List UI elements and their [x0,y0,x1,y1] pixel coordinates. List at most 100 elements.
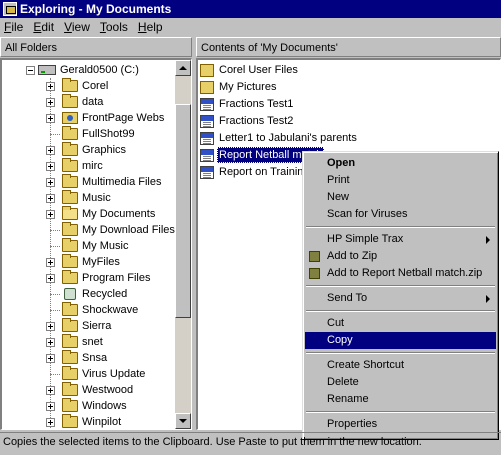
expand-plus-icon[interactable] [46,386,55,395]
properties-menu-item[interactable]: Properties [305,416,496,433]
print-menu-item[interactable]: Print [305,172,496,189]
folder-icon [62,222,78,236]
tree-item-snet[interactable]: snet [46,334,176,350]
menu-edit[interactable]: Edit [33,20,54,34]
tree-item-music[interactable]: Music [46,190,176,206]
tree-item-label: snet [82,336,103,348]
tree-connector-line [50,374,60,375]
tree-item-corel[interactable]: Corel [46,78,176,94]
status-bar: Copies the selected items to the Clipboa… [0,432,501,455]
create-shortcut-menu-item[interactable]: Create Shortcut [305,357,496,374]
list-item-label: Letter1 to Jabulani's parents [219,132,357,144]
add-to-zip-menu-item[interactable]: Add to Zip [305,248,496,265]
expand-plus-icon[interactable] [46,82,55,91]
scroll-up-arrow-icon[interactable] [175,60,191,76]
delete-menu-item[interactable]: Delete [305,374,496,391]
list-item[interactable]: Fractions Test1 [198,96,488,112]
tree-item-label: Graphics [82,144,127,156]
window-titlebar[interactable]: Exploring - My Documents [0,0,501,18]
list-item[interactable]: Corel User Files [198,62,488,78]
expand-plus-icon[interactable] [46,162,55,171]
menu-item-label: Print [327,174,350,186]
expand-plus-icon[interactable] [46,322,55,331]
folder-icon [62,302,78,316]
expand-plus-icon[interactable] [46,98,55,107]
tree-item-graphics[interactable]: Graphics [46,142,176,158]
explorer-app-icon[interactable] [3,2,17,16]
folder-tree: Gerald0500 (C:) Corel data FrontPage Webs Fu… [2,60,176,429]
tree-item-sierra[interactable]: Sierra [46,318,176,334]
tree-item-fullshot99[interactable]: FullShot99 [46,126,176,142]
tree-item-frontpage-webs[interactable]: FrontPage Webs [46,110,176,126]
expand-plus-icon[interactable] [46,354,55,363]
tree-item-label: FullShot99 [82,128,135,140]
menu-item-label: Delete [327,376,359,388]
tree-item-multimedia-files[interactable]: Multimedia Files [46,174,176,190]
rename-menu-item[interactable]: Rename [305,391,496,408]
menu-view[interactable]: View [64,20,90,34]
menu-file[interactable]: File [4,20,23,34]
tree-item-label: MyFiles [82,256,120,268]
tree-item-my-download-files[interactable]: My Download Files [46,222,176,238]
tree-item-my-music[interactable]: My Music [46,238,176,254]
tree-item-mirc[interactable]: mirc [46,158,176,174]
folder-icon [62,318,78,332]
menu-separator [306,285,495,287]
tree-item-recycled[interactable]: Recycled [46,286,176,302]
tree-item-shockwave[interactable]: Shockwave [46,302,176,318]
menu-tools[interactable]: Tools [100,20,128,34]
folder-icon [62,126,78,140]
tree-item-virus-update[interactable]: Virus Update [46,366,176,382]
scrollbar-thumb[interactable] [175,104,191,318]
folder-tree-pane[interactable]: Gerald0500 (C:) Corel data FrontPage Webs Fu… [0,58,192,430]
tree-item-label: Music [82,192,111,204]
tree-item-label: mirc [82,160,103,172]
tree-item-label: Program Files [82,272,151,284]
expand-plus-icon[interactable] [46,178,55,187]
menu-label-rest: ile [11,20,24,34]
menu-separator [306,310,495,312]
menu-bar: File Edit View Tools Help [0,18,501,36]
new-menu-item[interactable]: New [305,189,496,206]
expand-plus-icon[interactable] [46,146,55,155]
tree-vertical-scrollbar[interactable] [175,60,191,429]
tree-connector-line [50,294,60,295]
expand-plus-icon[interactable] [46,338,55,347]
hp-simple-trax-menu-item[interactable]: HP Simple Trax [305,231,496,248]
expand-plus-icon[interactable] [46,194,55,203]
window-title: Exploring - My Documents [20,2,172,16]
expand-plus-icon[interactable] [46,402,55,411]
open-menu-item[interactable]: Open [305,155,496,172]
tree-item-my-documents[interactable]: My Documents [46,206,176,222]
scan-for-viruses-menu-item[interactable]: Scan for Viruses [305,206,496,223]
menu-help[interactable]: Help [138,20,163,34]
tree-item-program-files[interactable]: Program Files [46,270,176,286]
expand-plus-icon[interactable] [46,274,55,283]
word-document-icon [200,166,214,179]
cut-menu-item[interactable]: Cut [305,315,496,332]
tree-item-windows[interactable]: Windows [46,398,176,414]
expand-plus-icon[interactable] [46,418,55,427]
tree-item-snsa[interactable]: Snsa [46,350,176,366]
menu-item-label: Copy [327,334,353,346]
expand-plus-icon[interactable] [46,210,55,219]
tree-connector-line [50,134,60,135]
send-to-menu-item[interactable]: Send To [305,290,496,307]
tree-item-westwood[interactable]: Westwood [46,382,176,398]
tree-item-winpilot[interactable]: Winpilot [46,414,176,429]
expand-plus-icon[interactable] [46,258,55,267]
add-to-named-zip-menu-item[interactable]: Add to Report Netball match.zip [305,265,496,282]
list-item-label: Fractions Test1 [219,98,294,110]
list-item[interactable]: My Pictures [198,79,488,95]
copy-menu-item[interactable]: Copy [305,332,496,349]
scroll-down-arrow-icon[interactable] [175,413,191,429]
menu-separator [306,226,495,228]
tree-connector-line [50,310,60,311]
list-item[interactable]: Fractions Test2 [198,113,488,129]
word-document-icon [200,132,214,145]
tree-item-data[interactable]: data [46,94,176,110]
tree-item-myfiles[interactable]: MyFiles [46,254,176,270]
list-item[interactable]: Letter1 to Jabulani's parents [198,130,488,146]
expand-plus-icon[interactable] [46,114,55,123]
collapse-icon[interactable] [26,66,35,75]
